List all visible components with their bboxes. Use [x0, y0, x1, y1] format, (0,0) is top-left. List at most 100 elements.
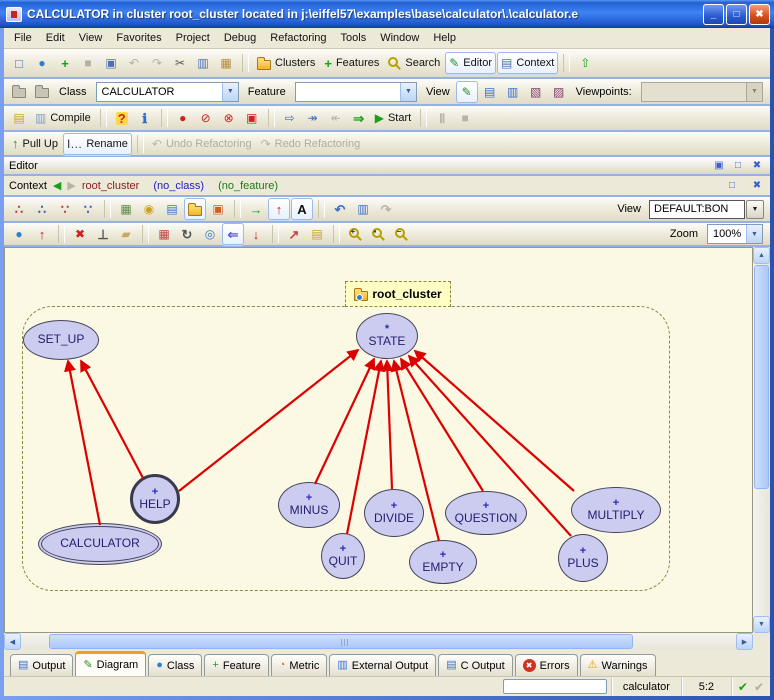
create-class-button[interactable]: ∴ — [8, 198, 30, 220]
menu-help[interactable]: Help — [426, 30, 463, 46]
tab-output[interactable]: ▤Output — [10, 654, 73, 676]
context-back-icon[interactable]: ◀ — [53, 179, 61, 192]
context-crumb[interactable]: root_cluster — [82, 180, 139, 192]
zoom-in-button[interactable]: + — [344, 223, 366, 245]
vertical-scrollbar[interactable]: ▲ ▼ — [753, 247, 770, 633]
status-input[interactable] — [503, 679, 607, 694]
new-window-button[interactable]: □ — [8, 52, 30, 74]
create-cluster-button[interactable]: ∴ — [31, 198, 53, 220]
rename-button[interactable]: I…Rename — [63, 133, 132, 155]
editor-toggle-button[interactable]: ✎Editor — [445, 52, 496, 74]
class-node-question[interactable]: +QUESTION — [445, 491, 527, 535]
menu-debug[interactable]: Debug — [217, 30, 263, 46]
title-bar[interactable]: CALCULATOR in cluster root_cluster locat… — [0, 0, 774, 28]
show-inheritance-button[interactable]: ↑ — [31, 223, 53, 245]
scroll-right-icon[interactable]: ▶ — [736, 633, 753, 650]
class-combobox-dropdown-icon[interactable]: ▼ — [222, 83, 238, 101]
rotate-view-button[interactable]: ↻ — [176, 223, 198, 245]
quick-melt-button[interactable]: ? — [111, 107, 133, 129]
scroll-up-icon[interactable]: ▲ — [753, 247, 770, 264]
view-flat-button[interactable]: ▥ — [502, 81, 524, 103]
minimize-button[interactable]: _ — [703, 4, 724, 25]
scroll-down-icon[interactable]: ▼ — [753, 616, 770, 633]
scroll-left-icon[interactable]: ◀ — [4, 633, 21, 650]
copy-button[interactable]: ▥ — [192, 52, 214, 74]
menu-window[interactable]: Window — [373, 30, 426, 46]
class-check-icon[interactable]: ✔ — [738, 680, 748, 694]
cluster-label[interactable]: root_cluster — [345, 281, 451, 307]
erase-item-button[interactable]: ▰ — [115, 223, 137, 245]
diagram-view-dropdown-icon[interactable]: ▼ — [746, 200, 764, 219]
send-to-external-button[interactable]: ⇧ — [574, 52, 596, 74]
breakpoint-toggle-button[interactable]: ● — [172, 107, 194, 129]
maximize-button[interactable]: □ — [726, 4, 747, 25]
pull-up-button[interactable]: ↑Pull Up — [8, 133, 62, 155]
menu-project[interactable]: Project — [169, 30, 217, 46]
tab-feature[interactable]: +Feature — [204, 654, 268, 676]
cluster-hierarchy-button[interactable] — [184, 198, 206, 220]
feature-combobox[interactable]: ▼ — [295, 82, 417, 102]
menu-view[interactable]: View — [72, 30, 110, 46]
diagram-view-combobox[interactable]: DEFAULT:BON — [649, 200, 745, 219]
paste-button[interactable]: ▦ — [215, 52, 237, 74]
run-to-cursor-button[interactable]: ⇒ — [348, 107, 370, 129]
project-info-button[interactable]: ℹ — [134, 107, 156, 129]
compile-button[interactable]: ▥Compile — [31, 107, 95, 129]
delete-item-button[interactable]: ✖ — [69, 223, 91, 245]
class-node-help[interactable]: +HELP — [130, 474, 180, 524]
editor-maximize-icon[interactable]: □ — [730, 159, 746, 173]
context-crumb[interactable]: (no_class) — [153, 180, 204, 192]
remove-anchor-button[interactable]: ⊥ — [92, 223, 114, 245]
menu-tools[interactable]: Tools — [334, 30, 374, 46]
tab-warnings[interactable]: ⚠Warnings — [580, 654, 656, 676]
tab-class[interactable]: ●Class — [148, 654, 202, 676]
feature-combobox-dropdown-icon[interactable]: ▼ — [400, 83, 416, 101]
breakpoint-disable-button[interactable]: ⊘ — [195, 107, 217, 129]
inheritance-mode-button[interactable]: ↑ — [268, 198, 290, 220]
menu-file[interactable]: File — [7, 30, 39, 46]
create-client-link-button[interactable]: ∵ — [54, 198, 76, 220]
step-into-button[interactable]: ⇨ — [279, 107, 301, 129]
search-button[interactable]: Search — [384, 52, 444, 74]
step-over-button[interactable]: ↠ — [302, 107, 324, 129]
fit-to-window-button[interactable]: ⇐ — [222, 223, 244, 245]
breakpoints-tool-button[interactable]: ▣ — [241, 107, 263, 129]
diagram-notes-button[interactable]: ▤ — [306, 223, 328, 245]
open-file-button[interactable]: ● — [31, 52, 53, 74]
vertical-scroll-thumb[interactable] — [754, 265, 769, 489]
clusters-button[interactable]: Clusters — [253, 52, 319, 74]
export-image-button[interactable]: ▦ — [115, 198, 137, 220]
class-node-set_up[interactable]: SET_UP — [23, 320, 99, 360]
diagram-canvas[interactable]: root_cluster SET_UP*STATE+HELPCALCULATOR… — [4, 247, 753, 633]
tab-metric[interactable]: ◔Metric — [271, 654, 328, 676]
context-close-icon[interactable]: ✖ — [749, 179, 765, 193]
create-inheritance-link-button[interactable]: ∵ — [77, 198, 99, 220]
zoom-out-button[interactable]: − — [390, 223, 412, 245]
class-node-empty[interactable]: +EMPTY — [409, 540, 477, 584]
view-suppliers-button[interactable]: ▨ — [548, 81, 570, 103]
class-node-divide[interactable]: +DIVIDE — [364, 489, 424, 537]
client-supplier-mode-button[interactable]: → — [245, 198, 267, 220]
show-clusters-button[interactable]: ● — [8, 223, 30, 245]
start-button[interactable]: ▶Start — [371, 107, 415, 129]
align-items-button[interactable]: ↓ — [245, 223, 267, 245]
zoom-fit-button[interactable]: ▪ — [367, 223, 389, 245]
context-crumb[interactable]: (no_feature) — [218, 180, 278, 192]
tab-errors[interactable]: ✖Errors — [515, 654, 578, 676]
center-diagram-button[interactable]: ◎ — [199, 223, 221, 245]
class-node-multiply[interactable]: +MULTIPLY — [571, 487, 661, 533]
class-node-plus[interactable]: +PLUS — [558, 534, 608, 582]
add-item-button[interactable]: + — [54, 52, 76, 74]
color-properties-button[interactable]: ▦ — [153, 223, 175, 245]
class-combobox[interactable]: CALCULATOR ▼ — [96, 82, 239, 102]
tab-external-output[interactable]: ▥External Output — [329, 654, 436, 676]
horizontal-scrollbar[interactable]: ◀ ▶ — [4, 633, 753, 650]
export-document-button[interactable]: ◉ — [138, 198, 160, 220]
feature-check-icon[interactable]: ✔ — [754, 680, 764, 694]
menu-refactoring[interactable]: Refactoring — [263, 30, 333, 46]
close-button[interactable]: ✖ — [749, 4, 770, 25]
diagram-zoom-combobox[interactable]: 100% ▼ — [707, 224, 763, 244]
class-node-state[interactable]: *STATE — [356, 313, 418, 359]
breakpoint-remove-button[interactable]: ⊗ — [218, 107, 240, 129]
context-toggle-button[interactable]: ▤Context — [497, 52, 558, 74]
